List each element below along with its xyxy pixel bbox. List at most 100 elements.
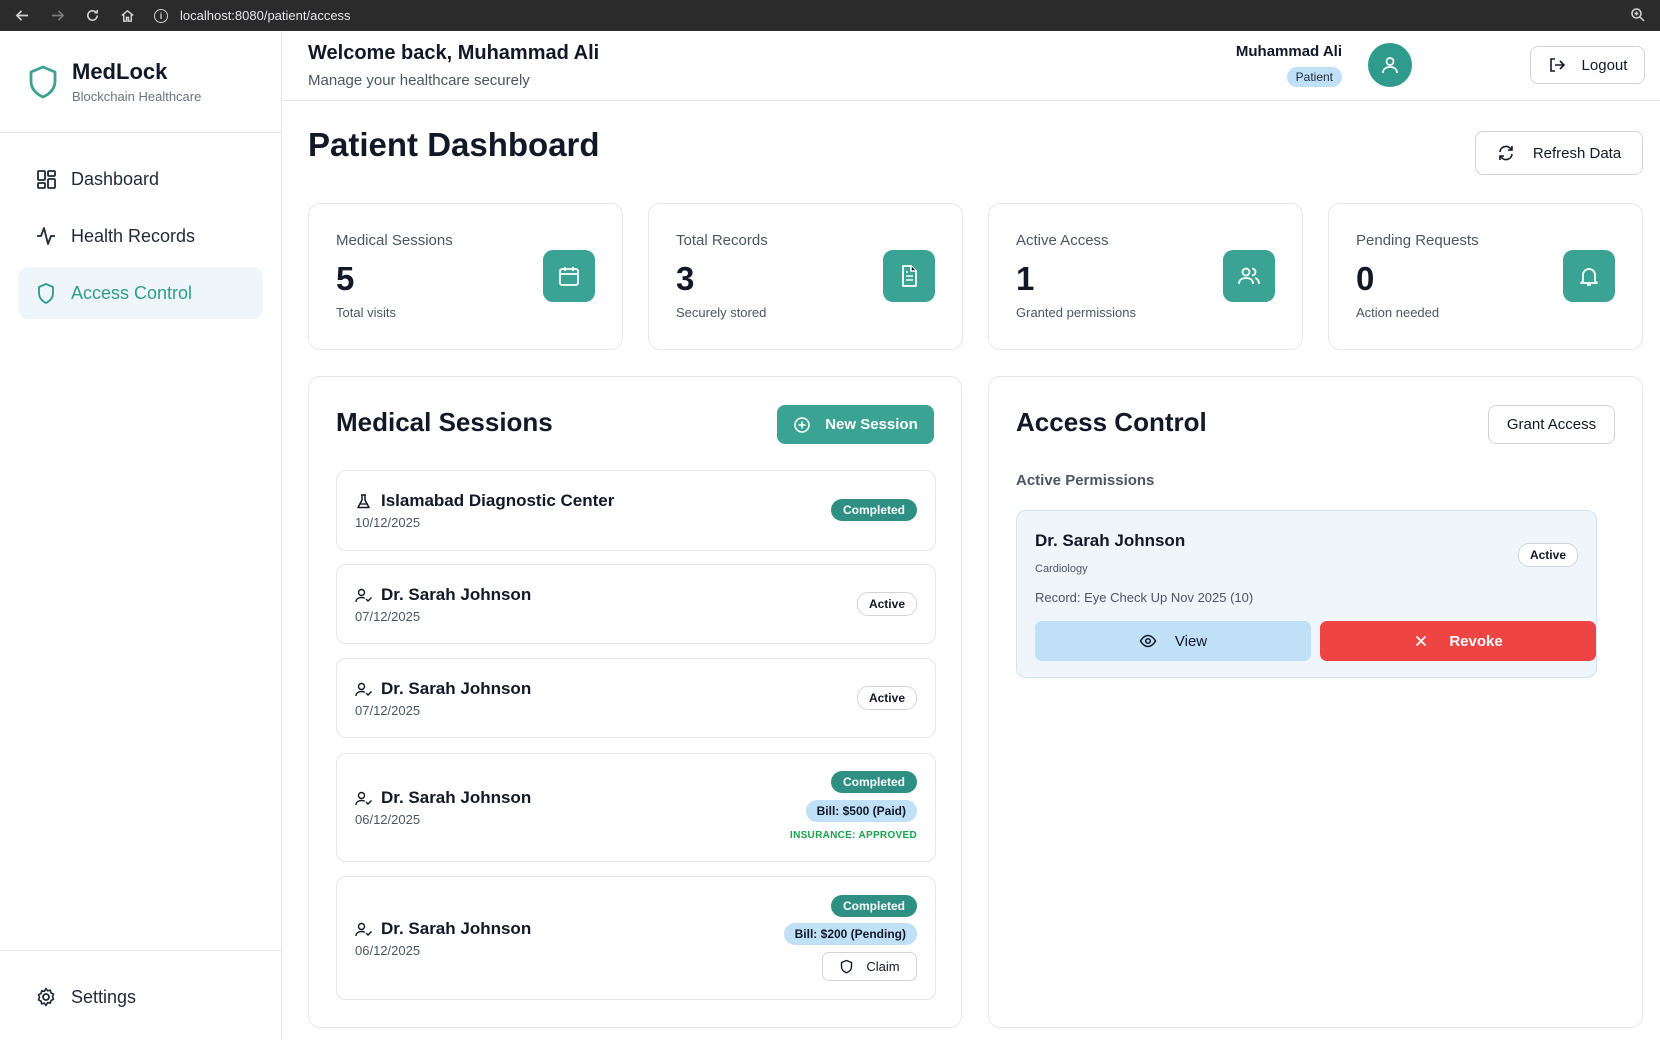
stat-card-pending-requests: Pending Requests 0 Action needed (1328, 203, 1643, 350)
session-date: 07/12/2025 (355, 609, 421, 624)
brand: MedLock Blockchain Healthcare (0, 31, 281, 133)
session-name-row: Dr. Sarah Johnson (355, 919, 531, 939)
user-check-icon (355, 588, 372, 602)
bill-badge: Bill: $500 (Paid) (805, 800, 917, 822)
session-card[interactable]: Dr. Sarah Johnson 07/12/2025 Active (336, 564, 936, 644)
stat-label: Pending Requests (1356, 232, 1479, 249)
session-name: Dr. Sarah Johnson (381, 919, 532, 938)
session-card[interactable]: Dr. Sarah Johnson 07/12/2025 Active (336, 658, 936, 738)
user-icon (1382, 57, 1398, 74)
refresh-icon (1499, 145, 1513, 161)
close-icon (1416, 635, 1427, 647)
welcome-text: Welcome back, Muhammad Ali (308, 42, 600, 64)
session-card[interactable]: Dr. Sarah Johnson 06/12/2025 Completed B… (336, 753, 936, 862)
session-date: 07/12/2025 (355, 703, 421, 718)
permission-doctor: Dr. Sarah Johnson (1035, 531, 1186, 550)
arrow-left-icon (15, 10, 28, 21)
status-badge: Active (1517, 543, 1578, 567)
sidebar-item-settings[interactable]: Settings (18, 971, 263, 1023)
stat-value: 5 (336, 260, 355, 297)
grant-access-button[interactable]: Grant Access (1488, 405, 1615, 444)
home-icon (120, 9, 134, 22)
flask-icon (357, 493, 370, 508)
view-button[interactable]: View (1035, 621, 1311, 661)
permission-record: Record: Eye Check Up Nov 2025 (10) (1035, 590, 1254, 605)
session-name-row: Dr. Sarah Johnson (355, 585, 531, 605)
users-icon (1238, 267, 1260, 285)
permission-specialty: Cardiology (1035, 563, 1088, 575)
reload-button[interactable] (79, 3, 105, 29)
activity-pulse-icon (37, 227, 55, 245)
session-name: Dr. Sarah Johnson (381, 585, 532, 604)
stat-label: Medical Sessions (336, 232, 453, 249)
site-info-icon[interactable]: i (154, 8, 168, 23)
session-date: 06/12/2025 (355, 943, 421, 958)
claim-label: Claim (866, 959, 900, 974)
session-card[interactable]: Dr. Sarah Johnson 06/12/2025 Completed B… (336, 876, 936, 1000)
shield-icon (38, 283, 54, 304)
brand-name: MedLock (72, 59, 168, 84)
address-bar[interactable]: i localhost:8080/patient/access (154, 3, 351, 29)
user-check-icon (355, 682, 372, 696)
calendar-icon (559, 267, 579, 286)
bell-icon (1580, 268, 1598, 286)
panel-title: Access Control (1016, 407, 1207, 437)
refresh-label: Refresh Data (1532, 144, 1622, 162)
session-card[interactable]: Islamabad Diagnostic Center 10/12/2025 C… (336, 470, 936, 551)
brand-tagline: Blockchain Healthcare (72, 89, 202, 104)
status-badge: Completed (830, 499, 917, 521)
status-badge: Active (856, 592, 917, 616)
sidebar-item-dashboard[interactable]: Dashboard (18, 153, 263, 205)
stat-value: 0 (1356, 260, 1375, 297)
stat-card-total-records: Total Records 3 Securely stored (648, 203, 963, 350)
user-name: Muhammad Ali (1235, 43, 1342, 60)
revoke-button[interactable]: Revoke (1320, 621, 1596, 661)
status-badge: Completed (830, 771, 917, 793)
sidebar-item-health-records[interactable]: Health Records (18, 210, 263, 262)
plus-circle-icon (794, 416, 811, 433)
back-button[interactable] (9, 3, 35, 29)
refresh-data-button[interactable]: Refresh Data (1475, 131, 1643, 175)
arrow-right-icon (51, 10, 64, 21)
revoke-label: Revoke (1449, 632, 1503, 650)
sidebar-item-label: Settings (71, 986, 137, 1007)
url-text: localhost:8080/patient/access (180, 8, 351, 23)
session-date: 06/12/2025 (355, 812, 421, 827)
stat-icon-box (1563, 250, 1615, 302)
new-session-label: New Session (825, 416, 918, 433)
status-badge: Completed (830, 895, 917, 917)
claim-button[interactable]: Claim (822, 952, 917, 981)
user-check-icon (355, 922, 372, 936)
stat-sub: Total visits (336, 305, 396, 320)
stat-value: 3 (676, 260, 695, 297)
logout-label: Logout (1581, 56, 1628, 74)
shield-icon (841, 959, 853, 974)
section-heading: Active Permissions (1016, 472, 1155, 489)
welcome-subtitle: Manage your healthcare securely (308, 72, 530, 89)
status-badge: Active (856, 686, 917, 710)
stat-icon-box (1223, 250, 1275, 302)
session-date: 10/12/2025 (355, 515, 421, 530)
stat-card-active-access: Active Access 1 Granted permissions (988, 203, 1303, 350)
stat-card-medical-sessions: Medical Sessions 5 Total visits (308, 203, 623, 350)
forward-button[interactable] (44, 3, 70, 29)
zoom-icon[interactable] (1630, 7, 1646, 23)
session-name-row: Dr. Sarah Johnson (355, 788, 531, 808)
eye-icon (1139, 634, 1157, 648)
stat-label: Active Access (1016, 232, 1109, 249)
new-session-button[interactable]: New Session (777, 405, 934, 444)
document-icon (902, 265, 917, 287)
logout-button[interactable]: Logout (1530, 46, 1645, 84)
avatar[interactable] (1368, 43, 1412, 87)
session-name: Islamabad Diagnostic Center (381, 491, 615, 510)
bill-badge: Bill: $200 (Pending) (783, 923, 917, 945)
home-button[interactable] (114, 3, 140, 29)
session-name: Dr. Sarah Johnson (381, 788, 532, 807)
session-name-row: Dr. Sarah Johnson (355, 679, 531, 699)
gear-icon (37, 987, 55, 1007)
session-name: Dr. Sarah Johnson (381, 679, 532, 698)
browser-toolbar: i localhost:8080/patient/access (0, 0, 1660, 31)
sidebar: MedLock Blockchain Healthcare Dashboard … (0, 31, 282, 1040)
stat-icon-box (543, 250, 595, 302)
sidebar-item-access-control[interactable]: Access Control (18, 267, 263, 319)
